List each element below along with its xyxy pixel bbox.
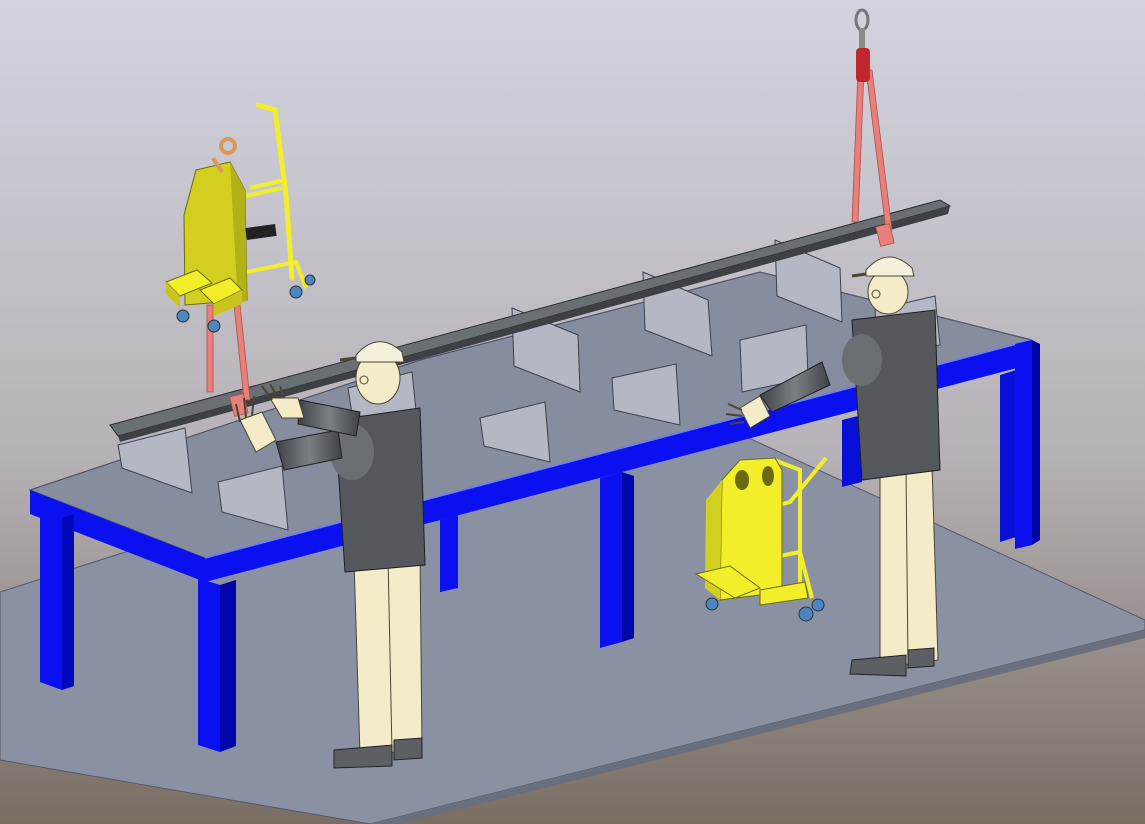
table-leg-front-corner <box>198 578 236 752</box>
cad-viewport[interactable] <box>0 0 1145 824</box>
table-leg-front-left <box>40 510 74 690</box>
table-leg-front-mid2 <box>600 472 634 648</box>
assembly-scene <box>0 0 1145 824</box>
table-leg-front-mid1 <box>440 515 458 592</box>
